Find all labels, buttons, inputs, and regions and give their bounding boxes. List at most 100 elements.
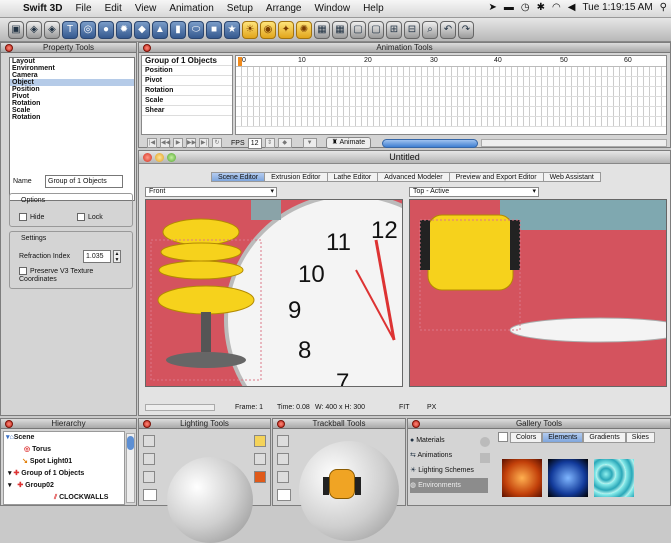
spot-light-icon[interactable]: ◉: [260, 20, 276, 39]
distribute-icon[interactable]: ⊟: [404, 20, 420, 39]
undo-icon[interactable]: ↶: [440, 20, 456, 39]
light-type-icon[interactable]: [254, 453, 266, 465]
loop-icon[interactable]: ↻: [212, 138, 222, 148]
group-icon[interactable]: ▢: [350, 20, 366, 39]
ungroup-icon[interactable]: ▢: [368, 20, 384, 39]
gallery-tab-elements[interactable]: Elements: [542, 432, 584, 443]
tree-item[interactable]: ⫽ CLOCKWALLS: [4, 492, 124, 504]
left-view-select[interactable]: Front ▾: [145, 187, 277, 197]
menu-arrange[interactable]: Arrange: [266, 3, 302, 14]
tree-item[interactable]: ▾ ✚ Group of 1 Objects: [4, 468, 124, 480]
gallery-category-lighting[interactable]: ☀ Lighting Schemes: [410, 463, 488, 478]
minimize-icon[interactable]: [155, 153, 164, 162]
fit-button[interactable]: FIT: [399, 404, 410, 411]
next-frame-icon[interactable]: ▶▶: [186, 138, 196, 148]
timeline-row[interactable]: [236, 77, 666, 87]
diamond-tool-icon[interactable]: ◆: [134, 20, 150, 39]
menu-animation[interactable]: Animation: [169, 3, 213, 14]
timeline-row[interactable]: [236, 117, 666, 127]
point-light-icon[interactable]: ✦: [278, 20, 294, 39]
star-tool-icon[interactable]: ★: [224, 20, 240, 39]
gear-tool-icon[interactable]: ✹: [116, 20, 132, 39]
property-item[interactable]: Environment: [10, 65, 134, 72]
refraction-stepper[interactable]: ▲ ▼: [113, 250, 121, 263]
gallery-category-materials[interactable]: ● Materials: [410, 433, 488, 448]
select-tool-icon[interactable]: ▣: [8, 20, 24, 39]
cylinder-tool-icon[interactable]: ▮: [170, 20, 186, 39]
tree-item[interactable]: ◎ Torus: [4, 444, 124, 456]
track-shear[interactable]: Shear: [142, 106, 232, 116]
tree-item[interactable]: ↘ Spot Light01: [4, 456, 124, 468]
fps-field[interactable]: 12: [247, 137, 262, 149]
camera-tool-icon[interactable]: ◈: [26, 20, 42, 39]
property-item[interactable]: Scale: [10, 107, 134, 114]
light-color-icon[interactable]: [254, 435, 266, 447]
last-frame-icon[interactable]: ▶|: [199, 138, 209, 148]
preserve-checkbox[interactable]: Preserve V3 Texture Coordinates: [19, 267, 129, 284]
menu-view[interactable]: View: [135, 3, 157, 14]
name-field[interactable]: Group of 1 Objects: [45, 175, 123, 188]
top-viewport[interactable]: [409, 199, 667, 387]
tab-scene-editor[interactable]: Scene Editor: [211, 172, 266, 182]
keyframe-icon[interactable]: ◆: [277, 138, 292, 148]
timeline-row[interactable]: [236, 97, 666, 107]
editor-scrollbar[interactable]: [145, 404, 215, 411]
timeline-row[interactable]: [236, 107, 666, 117]
trackball-free-icon[interactable]: [277, 435, 289, 447]
track-rotation[interactable]: Rotation: [142, 86, 232, 96]
close-icon[interactable]: [5, 420, 13, 428]
animation-progress[interactable]: [382, 138, 479, 148]
light-intensity-icon[interactable]: [254, 471, 266, 483]
light-remove-icon[interactable]: [143, 453, 155, 465]
property-item-selected[interactable]: Object: [10, 79, 134, 86]
refraction-field[interactable]: 1.035: [83, 250, 111, 263]
close-icon[interactable]: [143, 44, 151, 52]
prev-frame-icon[interactable]: ◀◀: [160, 138, 170, 148]
trackball-x-icon[interactable]: [277, 453, 289, 465]
property-item[interactable]: Rotation: [10, 114, 134, 121]
disc-tool-icon[interactable]: ⬭: [188, 20, 204, 39]
app-menu[interactable]: Swift 3D: [23, 3, 62, 14]
first-frame-icon[interactable]: |◀: [147, 138, 157, 148]
timeline-scrollbar[interactable]: [481, 139, 667, 147]
menu-setup[interactable]: Setup: [227, 3, 253, 14]
tab-web-assistant[interactable]: Web Assistant: [542, 172, 601, 182]
gallery-material-icon[interactable]: [480, 437, 490, 447]
property-item[interactable]: Rotation: [10, 100, 134, 107]
tab-extrusion-editor[interactable]: Extrusion Editor: [264, 172, 328, 182]
timeline[interactable]: 0 10 20 30 40 50 60: [235, 55, 667, 135]
volume-icon[interactable]: ◀: [568, 2, 576, 13]
bluetooth-icon[interactable]: ✱: [537, 2, 545, 13]
track-position[interactable]: Position: [142, 66, 232, 76]
light-add-icon[interactable]: [143, 435, 155, 447]
gallery-tab-skies[interactable]: Skies: [625, 432, 655, 443]
clock-text[interactable]: Tue 1:19:15 AM: [582, 2, 652, 13]
tab-preview-export[interactable]: Preview and Export Editor: [448, 172, 544, 182]
hierarchy-scrollbar[interactable]: [126, 433, 135, 503]
tree-item[interactable]: ▾ ✚ Group02: [4, 480, 124, 492]
time-machine-icon[interactable]: ◷: [521, 2, 530, 13]
align-icon[interactable]: ⊞: [386, 20, 402, 39]
lock-checkbox[interactable]: Lock: [77, 213, 103, 221]
hide-checkbox[interactable]: Hide: [19, 213, 44, 221]
gallery-tab-gradients[interactable]: Gradients: [583, 432, 626, 443]
trackball-y-icon[interactable]: [277, 471, 289, 483]
light-move-icon[interactable]: [143, 471, 155, 483]
timeline-row[interactable]: [236, 67, 666, 77]
render-all-icon[interactable]: ▦: [332, 20, 348, 39]
menu-edit[interactable]: Edit: [105, 3, 122, 14]
property-item[interactable]: Pivot: [10, 93, 134, 100]
area-light-icon[interactable]: ✺: [296, 20, 312, 39]
tab-advanced-modeler[interactable]: Advanced Modeler: [377, 172, 450, 182]
property-item[interactable]: Position: [10, 86, 134, 93]
menu-window[interactable]: Window: [315, 3, 351, 14]
close-icon[interactable]: [412, 420, 420, 428]
cube-tool-icon[interactable]: ■: [206, 20, 222, 39]
fps-stepper[interactable]: ⇕: [264, 138, 275, 148]
front-viewport[interactable]: 12 11 10 9 8 7: [145, 199, 403, 387]
gallery-swatch-blue-glow[interactable]: [548, 459, 588, 497]
property-item[interactable]: Layout: [10, 58, 134, 65]
light-bulb-icon[interactable]: ☀: [242, 20, 258, 39]
sphere-tool-icon[interactable]: ●: [98, 20, 114, 39]
close-icon[interactable]: [143, 420, 151, 428]
